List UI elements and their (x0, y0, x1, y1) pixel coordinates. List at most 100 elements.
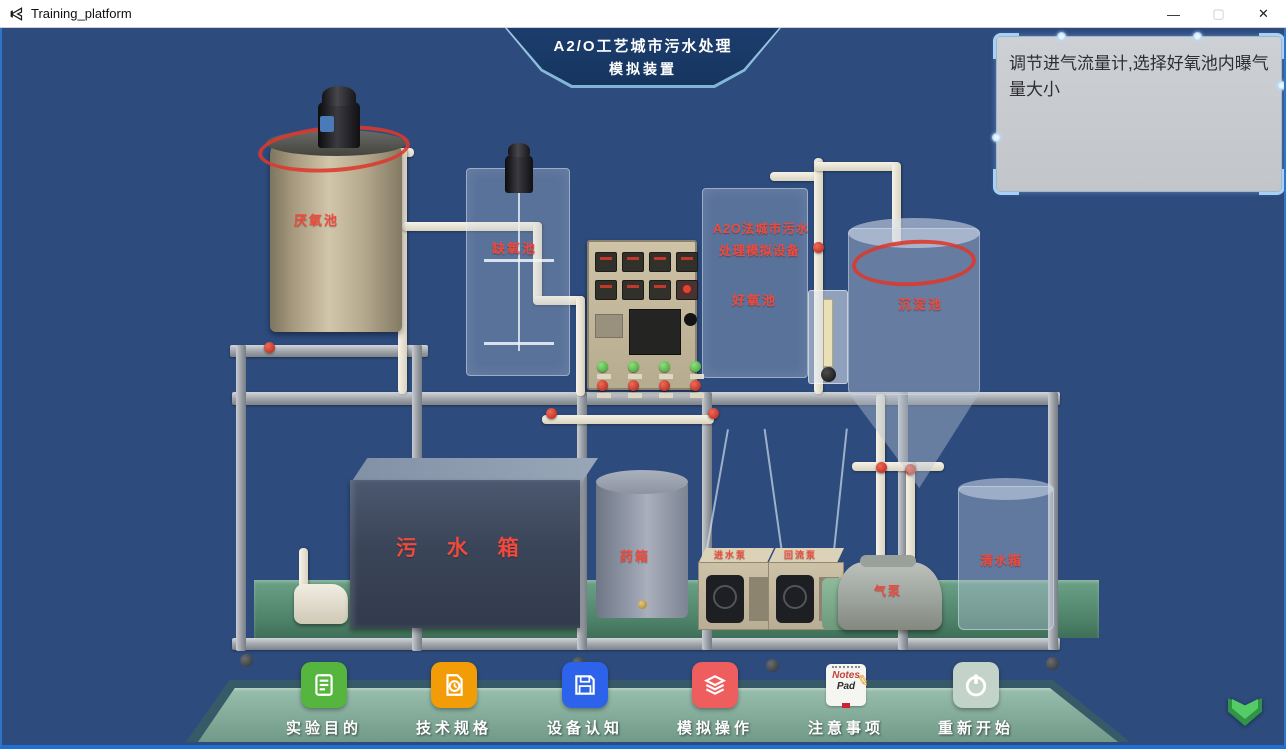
toolbar-button-restart[interactable]: 重新开始 (924, 662, 1028, 738)
clean-water-tank-lid (958, 478, 1054, 500)
toolbar-label: 注意事项 (794, 717, 898, 738)
panel-display (629, 309, 681, 355)
notespad-icon: Notes Pad ✎ (826, 664, 866, 706)
document-clock-icon (441, 672, 467, 698)
panel-button-green[interactable] (628, 361, 642, 379)
toolbar-icon-notes: Notes Pad ✎ (823, 662, 869, 708)
panel-meter (649, 252, 671, 272)
floppy-disk-icon (572, 672, 598, 698)
stirrer-shaft (518, 193, 520, 351)
sedimentation-tank-cone (848, 392, 980, 488)
valve[interactable] (876, 462, 887, 473)
feed-pump-body (698, 562, 774, 630)
caster-wheel (766, 659, 779, 672)
panel-meter (649, 280, 671, 300)
panel-button-red[interactable] (597, 380, 611, 398)
maximize-button[interactable]: ▢ (1196, 0, 1241, 28)
chemical-tank-valve[interactable] (638, 600, 647, 609)
anaerobic-tank-label: 厌氧池 (294, 210, 339, 229)
motor-label-sticker (320, 116, 334, 132)
instruction-text: 调节进气流量计,选择好氧池内曝气量大小 (1009, 54, 1269, 99)
panel-node-decoration (1057, 32, 1066, 41)
banner-line1: A2/O工艺城市污水处理 (507, 35, 779, 56)
valve[interactable] (708, 408, 719, 419)
pump-roller (713, 585, 737, 609)
panel-button-green[interactable] (659, 361, 673, 379)
stirrer-motor (505, 155, 533, 193)
toolbar-button-equipment-cognition[interactable]: 设备认知 (533, 662, 637, 738)
panel-knob[interactable] (684, 313, 697, 326)
toolbar-label: 技术规格 (402, 717, 506, 738)
simulation-viewport[interactable]: A2/O工艺城市污水处理 模拟装置 调节进气流量计,选择好氧池内曝气量大小 (0, 28, 1286, 749)
valve[interactable] (546, 408, 557, 419)
toolbar-icon-experiment-purpose (301, 662, 347, 708)
toolbar-label: 重新开始 (924, 717, 1028, 738)
stirrer-blade (484, 259, 554, 262)
panel-button-red[interactable] (690, 380, 704, 398)
toolbar-label: 设备认知 (533, 717, 637, 738)
toolbar-button-experiment-purpose[interactable]: 实验目的 (272, 662, 376, 738)
toolbar-icon-equipment-cognition (562, 662, 608, 708)
panel-meter (622, 280, 644, 300)
panel-node-decoration (1277, 81, 1286, 90)
aerobic-tank-body (702, 188, 808, 378)
anoxic-tank-label: 缺氧池 (492, 238, 537, 257)
frame-bottom-beam (232, 638, 1060, 650)
panel-meter (676, 252, 698, 272)
frame-leg (236, 345, 246, 651)
chemical-tank-lid (596, 470, 688, 494)
pipe (814, 162, 900, 171)
panel-button-green[interactable] (597, 361, 611, 379)
toolbar-button-notes[interactable]: Notes Pad ✎ 注意事项 (794, 662, 898, 738)
panel-meter (595, 280, 617, 300)
air-flow-meter[interactable] (808, 290, 848, 384)
panel-button-red[interactable] (659, 380, 673, 398)
aerobic-tank-label: 好氧池 (732, 290, 777, 309)
panel-plate (595, 314, 623, 338)
window-titlebar: Training_platform — ▢ ✕ (0, 0, 1286, 28)
pump-roller (783, 585, 807, 609)
valve[interactable] (264, 342, 275, 353)
panel-meter (622, 252, 644, 272)
device-title-line2: 处理模拟设备 (719, 240, 800, 259)
toolbar-icon-simulate-operation (692, 662, 738, 708)
instruction-panel: 调节进气流量计,选择好氧池内曝气量大小 (996, 36, 1282, 192)
panel-node-decoration (1193, 32, 1202, 41)
stirrer-blade (484, 342, 554, 345)
panel-corner-decoration (1259, 169, 1285, 195)
pipe (542, 415, 714, 424)
collapse-chevron-icon[interactable] (1228, 698, 1262, 726)
clean-water-tank-label: 清水箱 (980, 550, 1022, 569)
toolbar-icon-tech-specs (431, 662, 477, 708)
document-icon (311, 672, 337, 698)
toolbar-button-tech-specs[interactable]: 技术规格 (402, 662, 506, 738)
toolbar-button-simulate-operation[interactable]: 模拟操作 (663, 662, 767, 738)
control-panel (587, 240, 697, 390)
air-pump-handle (860, 555, 916, 567)
toolbar-icon-restart (953, 662, 999, 708)
toolbar-label: 实验目的 (272, 717, 376, 738)
pencil-icon: ✎ (856, 671, 872, 691)
minimize-button[interactable]: — (1151, 0, 1196, 28)
stirrer-motor-cap (508, 143, 530, 157)
sedimentation-tank-label: 沉淀池 (898, 294, 943, 313)
pump-controls[interactable] (749, 577, 769, 621)
layers-icon (702, 672, 728, 698)
close-button[interactable]: ✕ (1241, 0, 1286, 28)
panel-button-red[interactable] (628, 380, 642, 398)
reflux-pump-label: 回流泵 (784, 548, 817, 561)
panel-meter (595, 252, 617, 272)
valve[interactable] (813, 242, 824, 253)
window-title: Training_platform (31, 6, 132, 21)
panel-node-decoration (992, 133, 1001, 142)
banner-line2: 模拟装置 (507, 59, 779, 79)
flow-meter-knob[interactable] (821, 367, 836, 382)
flow-meter-tube (823, 299, 833, 367)
sewage-tank-label: 污 水 箱 (396, 532, 531, 562)
panel-indicator (676, 280, 698, 300)
air-pump-label: 气泵 (874, 582, 902, 599)
panel-corner-decoration (1259, 33, 1285, 59)
panel-corner-decoration (993, 169, 1019, 195)
chemical-tank-label: 药箱 (620, 546, 650, 565)
pipe (770, 172, 820, 181)
